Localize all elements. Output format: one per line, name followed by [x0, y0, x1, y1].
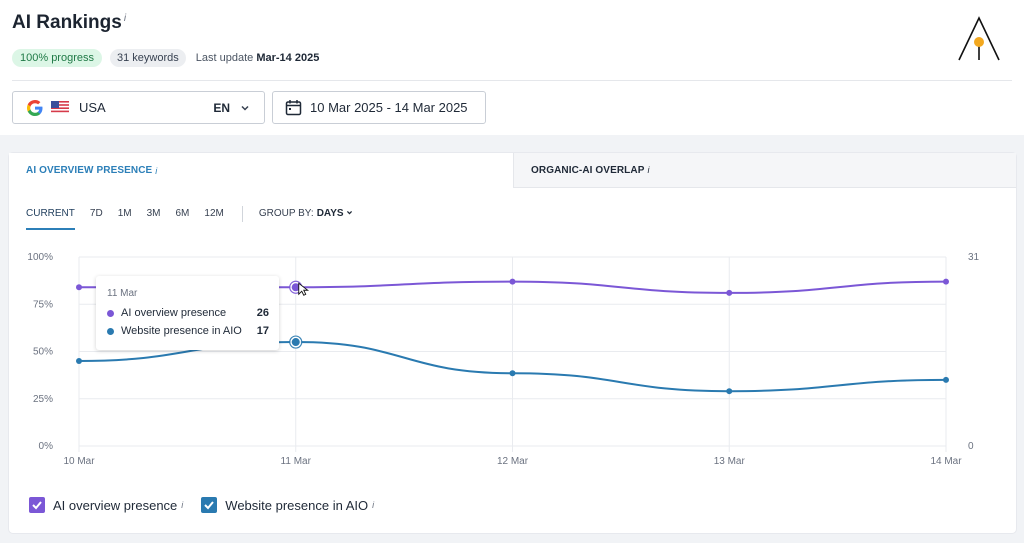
series-dot [107, 309, 114, 317]
date-range-picker[interactable]: 10 Mar 2025 - 14 Mar 2025 [272, 91, 486, 124]
data-point [943, 278, 949, 285]
data-point [76, 357, 82, 364]
progress-badge: 100% progress [12, 49, 102, 67]
x-tick-label: 11 Mar [281, 456, 312, 467]
legend-ai-overview[interactable]: AI overview presence i [29, 497, 183, 513]
header-divider [12, 80, 1012, 81]
chevron-down-icon [241, 105, 249, 111]
y-right-tick-label: 31 [968, 252, 980, 263]
y-tick-label: 100% [27, 252, 53, 263]
legend-info-icon[interactable]: i [372, 500, 374, 510]
country-selector[interactable]: USA EN [12, 91, 265, 124]
google-icon [27, 99, 43, 116]
data-point [726, 388, 733, 395]
tooltip-row-ai-overview: AI overview presence 26 [107, 307, 269, 319]
chart-legend: AI overview presence i Website presence i… [29, 497, 392, 513]
x-tick-label: 12 Mar [497, 456, 529, 467]
data-point [943, 376, 949, 383]
chart-tooltip: 11 Mar AI overview presence 26 Website p… [96, 276, 279, 350]
legend-info-icon[interactable]: i [181, 500, 183, 510]
series-dot [107, 327, 114, 335]
data-point [291, 338, 300, 347]
check-icon [32, 501, 42, 510]
language-label: EN [213, 100, 230, 115]
y-tick-label: 0% [39, 441, 54, 452]
y-tick-label: 25% [33, 394, 53, 405]
data-point [76, 284, 82, 291]
data-point [509, 370, 516, 377]
x-tick-label: 13 Mar [714, 456, 746, 467]
checkbox-ai-overview[interactable] [29, 497, 45, 513]
usa-flag-icon [51, 101, 69, 114]
header-area: AI Rankings i 100% progress 31 keywords L… [0, 0, 1024, 135]
mouse-cursor-icon [298, 282, 310, 296]
y-right-tick-label: 0 [968, 441, 974, 452]
tooltip-date: 11 Mar [107, 288, 138, 299]
last-update: Last update Mar-14 2025 [195, 52, 320, 64]
country-label: USA [79, 100, 106, 115]
status-badges: 100% progress 31 keywords Last update Ma… [12, 49, 319, 67]
title-info-icon[interactable]: i [124, 13, 126, 24]
chart-card: AI OVERVIEW PRESENCE i ORGANIC-AI OVERLAP… [9, 153, 1016, 533]
data-point [726, 289, 733, 296]
legend-website[interactable]: Website presence in AIO i [201, 497, 374, 513]
page-title: AI Rankings i [12, 12, 127, 33]
data-point [509, 278, 516, 285]
x-tick-label: 10 Mar [63, 456, 95, 467]
date-range-label: 10 Mar 2025 - 14 Mar 2025 [310, 100, 468, 115]
x-tick-label: 14 Mar [930, 456, 962, 467]
y-tick-label: 50% [33, 347, 53, 358]
calendar-icon [285, 100, 302, 116]
logo-icon [958, 16, 1000, 61]
y-tick-label: 75% [33, 299, 53, 310]
check-icon [204, 501, 215, 510]
tooltip-row-website: Website presence in AIO 17 [107, 325, 269, 337]
checkbox-website[interactable] [201, 497, 218, 513]
keywords-badge[interactable]: 31 keywords [110, 49, 186, 67]
